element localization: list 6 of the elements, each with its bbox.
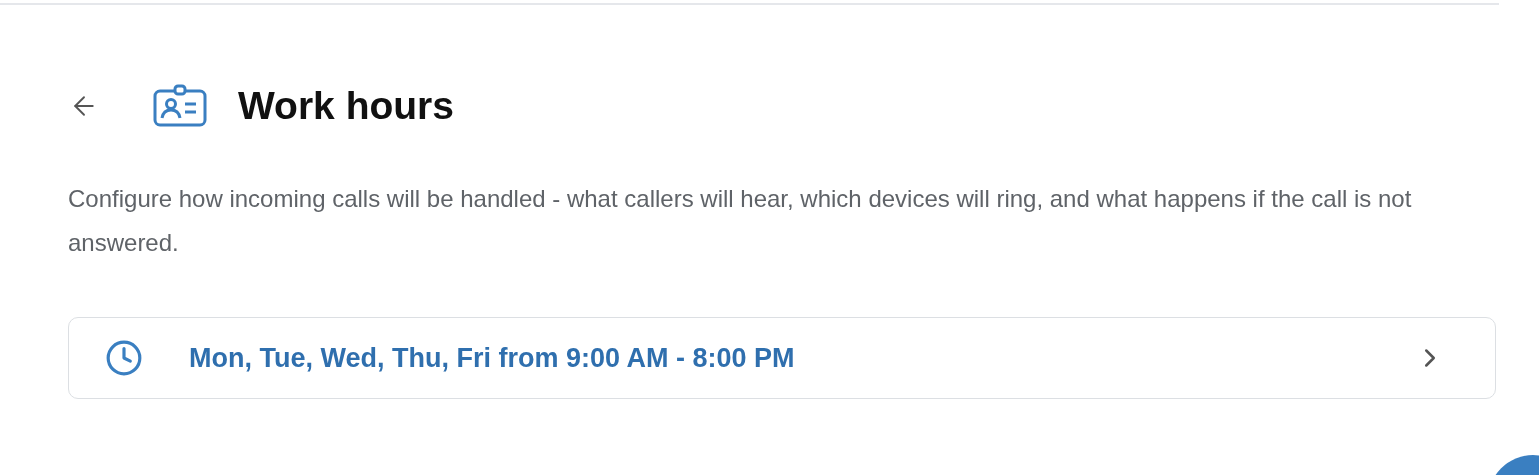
- schedule-text: Mon, Tue, Wed, Thu, Fri from 9:00 AM - 8:00 PM: [189, 341, 796, 375]
- page-title: Work hours: [238, 82, 454, 129]
- schedule-row[interactable]: Mon, Tue, Wed, Thu, Fri from 9:00 AM - 8:00 PM: [68, 317, 1496, 399]
- clock-icon: [105, 339, 143, 377]
- id-badge-icon: [152, 84, 208, 128]
- description-text: Configure how incoming calls will be handled - what callers will hear, which devices will ring, and what happens if the call is not answered.: [68, 184, 1413, 258]
